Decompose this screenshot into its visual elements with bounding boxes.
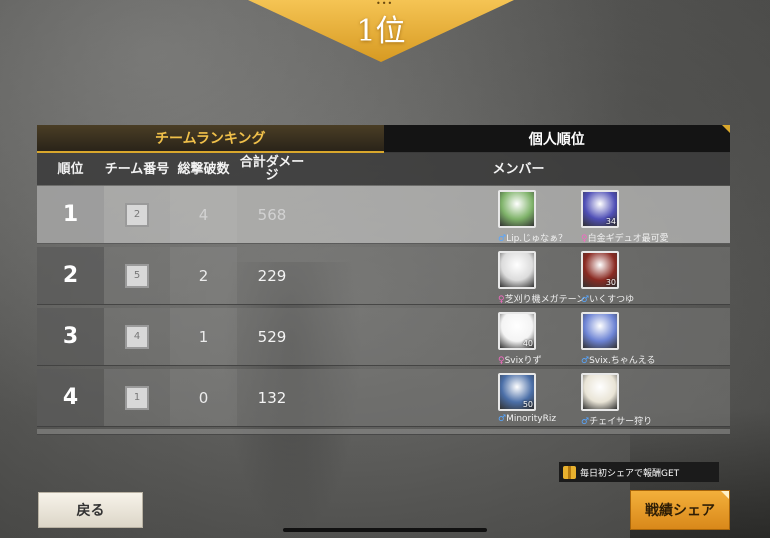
avatar — [498, 251, 536, 289]
members-cell: 50 ♂MinorityRiz ♂チェイサー狩り — [307, 369, 730, 427]
avatar: 40 — [498, 312, 536, 350]
header-damage: 合計ダメージ — [239, 155, 305, 183]
rank-cell: 4 — [37, 369, 104, 426]
kills-cell: 1 — [170, 308, 237, 365]
rank-cell: 2 — [37, 247, 104, 304]
header-kills: 総撃破数 — [177, 161, 230, 177]
rank-cell: 3 — [37, 308, 104, 365]
avatar: 34 — [581, 190, 619, 228]
damage-cell: 529 — [257, 327, 287, 346]
kills-cell: 4 — [170, 186, 237, 243]
members-cell: 40 ♀Svixりず ♂Svix.ちゃんえる — [307, 308, 730, 366]
gender-icon: ♂ — [581, 356, 590, 366]
member-name-line: ♂いくすつゆ — [581, 292, 681, 305]
level-label: 50 — [522, 400, 533, 409]
member-entry[interactable]: 40 ♀Svixりず — [498, 312, 590, 366]
member-entry[interactable]: ♂Svix.ちゃんえる — [581, 312, 673, 366]
member-entry[interactable]: ♀芝刈り機メガテーン — [498, 251, 590, 305]
team-number-badge: 1 — [125, 385, 149, 410]
team-cell: 2 — [104, 186, 170, 243]
level-label: 30 — [605, 278, 616, 287]
header-rank: 順位 — [57, 161, 84, 177]
kills-cell: 2 — [170, 247, 237, 304]
kills-cell: 0 — [170, 369, 237, 426]
damage-cell: 229 — [257, 266, 287, 285]
team-number-badge: 5 — [125, 263, 149, 288]
rank-title: 1位 — [356, 14, 406, 49]
share-results-button[interactable]: 戦績シェア — [630, 490, 730, 530]
member-entry[interactable]: 30 ♂いくすつゆ — [581, 251, 673, 305]
members-cell: ♀芝刈り機メガテーン 30 ♂いくすつゆ — [307, 247, 730, 305]
avatar: 30 — [581, 251, 619, 289]
member-entry[interactable]: ♂Lip.じゅなぁ？ — [498, 190, 590, 244]
level-label: 40 — [522, 339, 533, 348]
home-indicator — [283, 528, 487, 532]
member-name-line: ♂チェイサー狩り — [581, 414, 681, 427]
damage-cell: 568 — [257, 205, 287, 224]
team-number-badge: 2 — [125, 202, 149, 227]
member-name: 芝刈り機メガテーン — [504, 295, 586, 305]
avatar — [581, 312, 619, 350]
table-row-partial — [37, 429, 730, 435]
level-label: 34 — [605, 217, 616, 226]
member-name: Svixりず — [504, 356, 542, 366]
damage-cell: 132 — [257, 388, 287, 407]
gender-icon: ♀ — [581, 234, 588, 244]
gender-icon: ♀ — [498, 356, 505, 366]
share-reward-note: 毎日初シェアで報酬GET — [559, 462, 719, 482]
team-cell: 1 — [104, 369, 170, 426]
tab-individual-ranking[interactable]: 個人順位 — [383, 125, 730, 153]
gift-icon — [563, 465, 576, 479]
member-name-line: ♂Svix.ちゃんえる — [581, 353, 681, 366]
gender-icon: ♂ — [581, 417, 590, 427]
table-row: 3 4 1 529 40 ♀Svixりず ♂Svix.ちゃんえる — [37, 308, 730, 366]
table-row: 1 2 4 568 ♂Lip.じゅなぁ？ 34 ♀白金ギデュオ最可愛 — [37, 186, 730, 244]
member-name: チェイサー狩り — [589, 417, 653, 427]
table-row: 4 1 0 132 50 ♂MinorityRiz ♂チェイサー狩り — [37, 369, 730, 427]
header-team: チーム番号 — [104, 161, 170, 177]
table-header: 順位 チーム番号 総撃破数 合計ダメージ メンバー — [37, 153, 730, 185]
member-name: Svix.ちゃんえる — [589, 356, 656, 366]
team-cell: 5 — [104, 247, 170, 304]
avatar — [498, 190, 536, 228]
gender-icon: ♂ — [498, 234, 507, 244]
share-reward-text: 毎日初シェアで報酬GET — [580, 468, 680, 479]
member-name: MinorityRiz — [506, 414, 557, 424]
member-entry[interactable]: 34 ♀白金ギデュオ最可愛 — [581, 190, 673, 244]
ranking-tabs: チームランキング 個人順位 — [37, 125, 730, 153]
members-cell: ♂Lip.じゅなぁ？ 34 ♀白金ギデュオ最可愛 — [307, 186, 730, 244]
back-button[interactable]: 戻る — [38, 492, 143, 528]
gender-icon: ♂ — [498, 414, 507, 424]
tab-team-ranking[interactable]: チームランキング — [37, 125, 384, 153]
member-name: Lip.じゅなぁ？ — [506, 234, 568, 244]
gender-icon: ♀ — [498, 295, 505, 305]
team-number-badge: 4 — [125, 324, 149, 349]
member-name-line: ♀白金ギデュオ最可愛 — [581, 231, 681, 244]
team-cell: 4 — [104, 308, 170, 365]
rank-cell: 1 — [37, 186, 104, 243]
member-entry[interactable]: 50 ♂MinorityRiz — [498, 373, 590, 425]
avatar — [581, 373, 619, 411]
table-row: 2 5 2 229 ♀芝刈り機メガテーン 30 ♂いくすつゆ — [37, 247, 730, 305]
gender-icon: ♂ — [581, 295, 590, 305]
member-name: いくすつゆ — [589, 295, 635, 305]
avatar: 50 — [498, 373, 536, 411]
member-entry[interactable]: ♂チェイサー狩り — [581, 373, 673, 427]
header-members: メンバー — [492, 161, 545, 177]
member-name: 白金ギデュオ最可愛 — [587, 234, 669, 244]
